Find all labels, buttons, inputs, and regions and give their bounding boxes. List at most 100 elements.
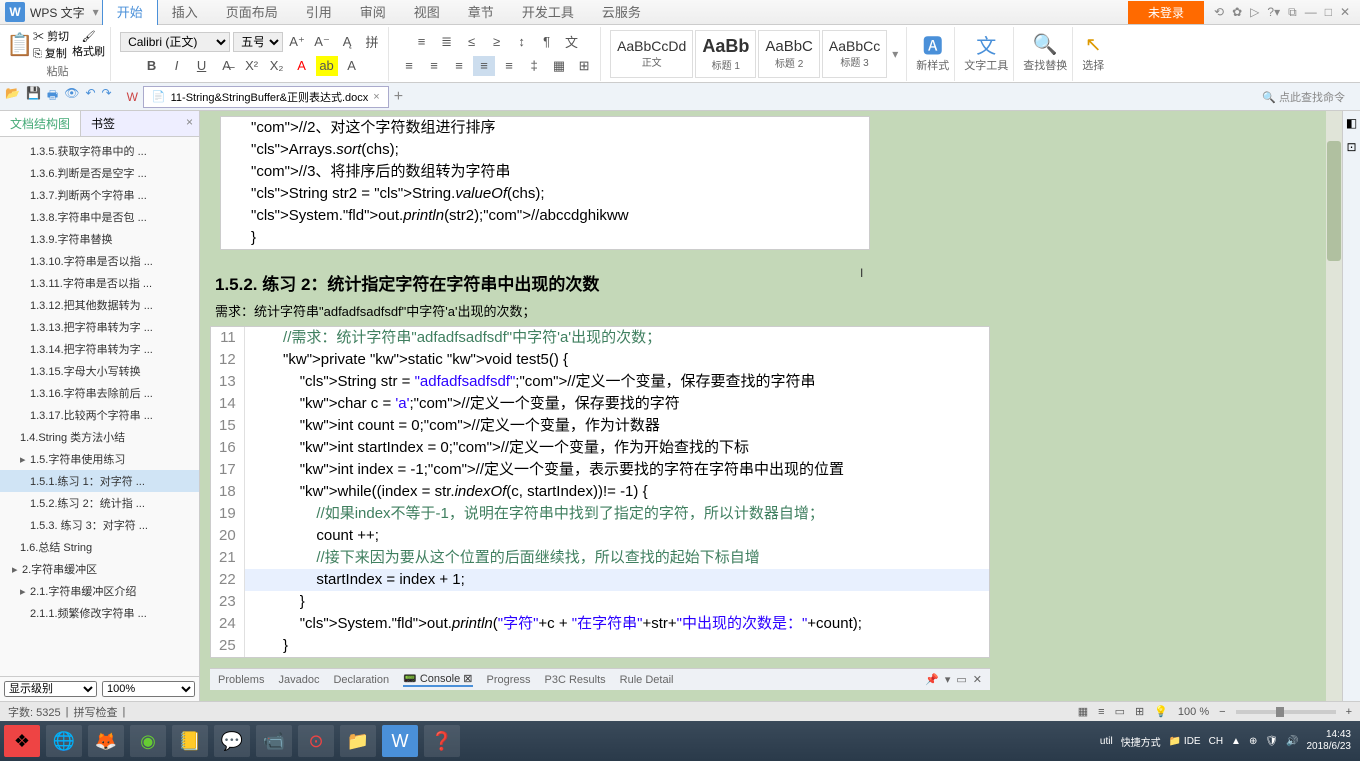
tab-ruledetail[interactable]: Rule Detail (620, 674, 674, 686)
menu-tab-ref[interactable]: 引用 (292, 0, 346, 25)
tab-declaration[interactable]: Declaration (333, 674, 389, 686)
outline-item[interactable]: 1.3.17.比较两个字符串 ... (0, 404, 199, 426)
help-icon[interactable]: ?▾ (1267, 5, 1280, 20)
clock[interactable]: 14:432018/6/23 (1307, 729, 1357, 753)
outline-item[interactable]: 2.1.1.频繁修改字符串 ... (0, 602, 199, 624)
spring-icon[interactable]: ◉ (130, 725, 166, 757)
outline-item[interactable]: 1.3.15.字母大小写转换 (0, 360, 199, 382)
menu-tab-insert[interactable]: 插入 (158, 0, 212, 25)
view-icon-2[interactable]: ≡ (1098, 706, 1104, 718)
chrome-icon[interactable]: 🌐 (46, 725, 82, 757)
outline-item[interactable]: ▸1.5.字符串使用练习 (0, 448, 199, 470)
outline-item[interactable]: 1.3.12.把其他数据转为 ... (0, 294, 199, 316)
firefox-icon[interactable]: 🦊 (88, 725, 124, 757)
tray-icon-4[interactable]: 🔊 (1286, 736, 1298, 747)
shrink-font-icon[interactable]: A⁻ (311, 32, 333, 52)
outline-item[interactable]: 1.5.2.练习 2：统计指 ... (0, 492, 199, 514)
align-center-icon[interactable]: ≡ (423, 56, 445, 76)
close-icon[interactable]: ✕ (1340, 5, 1350, 20)
phonetic-icon[interactable]: 拼 (361, 32, 383, 52)
font-select[interactable]: Calibri (正文) (120, 32, 230, 52)
console-pin-icon[interactable]: 📌 (925, 673, 939, 686)
outline-item[interactable]: 1.6.总结 String (0, 536, 199, 558)
chat-icon[interactable]: 💬 (214, 725, 250, 757)
tray-icon-1[interactable]: ▲ (1231, 736, 1241, 747)
save-icon[interactable]: 💾 (26, 86, 41, 107)
subscript-button[interactable]: X₂ (266, 56, 288, 76)
bold-button[interactable]: B (141, 56, 163, 76)
outline-item[interactable]: 1.3.10.字符串是否以指 ... (0, 250, 199, 272)
style-normal[interactable]: AaBbCcDd正文 (610, 30, 693, 78)
zoom-out-icon[interactable]: − (1219, 706, 1225, 718)
view-icon-4[interactable]: ⊞ (1135, 705, 1144, 718)
minimize-icon[interactable]: — (1305, 5, 1317, 20)
outline-item[interactable]: 1.3.8.字符串中是否包 ... (0, 206, 199, 228)
menu-tab-layout[interactable]: 页面布局 (212, 0, 292, 25)
paste-icon[interactable]: 📋 (10, 35, 30, 55)
menu-tab-start[interactable]: 开始 (102, 0, 158, 25)
view-icon-3[interactable]: ▭ (1115, 705, 1125, 718)
start-button[interactable]: ❖ (4, 725, 40, 757)
print-icon[interactable]: 🖶 (47, 86, 58, 107)
login-button[interactable]: 未登录 (1128, 1, 1204, 24)
outline-item[interactable]: 1.3.9.字符串替换 (0, 228, 199, 250)
music-icon[interactable]: ⊙ (298, 725, 334, 757)
outline-item[interactable]: 1.3.13.把字符串转为字 ... (0, 316, 199, 338)
level-select[interactable]: 显示级别 (4, 681, 97, 697)
tab-progress[interactable]: Progress (487, 674, 531, 686)
zoom-in-icon[interactable]: + (1346, 706, 1352, 718)
sidebar-tab-structure[interactable]: 文档结构图 (0, 111, 81, 136)
preview-icon[interactable]: 👁 (64, 86, 79, 107)
grow-font-icon[interactable]: A⁺ (286, 32, 308, 52)
doctab-close-icon[interactable]: × (373, 91, 379, 103)
text-dir-icon[interactable]: 文 (561, 32, 583, 52)
document-content[interactable]: "com">//2、对这个字符数组进行排序"cls">Arrays.sort(c… (200, 111, 1342, 701)
style-h3[interactable]: AaBbCc标题 3 (822, 30, 887, 78)
menu-tab-view[interactable]: 视图 (400, 0, 454, 25)
para-mark-icon[interactable]: ¶ (536, 32, 558, 52)
prop-icon[interactable]: ⊡ (1346, 140, 1356, 154)
wps-task-icon[interactable]: W (382, 725, 418, 757)
strike-button[interactable]: A̶ (216, 56, 238, 76)
redo-icon[interactable]: ↷ (102, 86, 112, 107)
console-close-icon[interactable]: ✕ (973, 673, 982, 686)
word-count[interactable]: 字数: 5325 (8, 704, 61, 720)
menu-tab-review[interactable]: 审阅 (346, 0, 400, 25)
open-icon[interactable]: 📂 (5, 86, 20, 107)
search-command[interactable]: 🔍 点此查找命令 (1262, 89, 1355, 105)
menu-tab-cloud[interactable]: 云服务 (588, 0, 655, 25)
newstyle-group[interactable]: 🅰新样式 (911, 27, 955, 81)
camera-icon[interactable]: 📹 (256, 725, 292, 757)
tab-p3c[interactable]: P3C Results (545, 674, 606, 686)
eyecare-icon[interactable]: 💡 (1154, 705, 1168, 718)
tab-javadoc[interactable]: Javadoc (278, 674, 319, 686)
ide-label[interactable]: 📁 IDE (1169, 736, 1201, 747)
outline-item[interactable]: 1.5.3. 练习 3：对字符 ... (0, 514, 199, 536)
shading-icon[interactable]: ▦ (548, 56, 570, 76)
align-justify-icon[interactable]: ≡ (473, 56, 495, 76)
document-tab[interactable]: 📄 11-String&StringBuffer&正则表达式.docx × (143, 86, 389, 108)
outline-item[interactable]: 1.3.14.把字符串转为字 ... (0, 338, 199, 360)
explorer-icon[interactable]: 📁 (340, 725, 376, 757)
outline-item[interactable]: 1.3.11.字符串是否以指 ... (0, 272, 199, 294)
new-tab-icon[interactable]: + (394, 88, 403, 106)
styles-more-icon[interactable]: ▾ (889, 47, 901, 61)
view-icon-1[interactable]: ▦ (1078, 705, 1088, 718)
tab-problems[interactable]: Problems (218, 674, 264, 686)
tab-console[interactable]: 📟 Console ⊠ (403, 672, 472, 687)
borders-icon[interactable]: ⊞ (573, 56, 595, 76)
outline-item[interactable]: 1.3.16.字符串去除前后 ... (0, 382, 199, 404)
menu-tab-chapter[interactable]: 章节 (454, 0, 508, 25)
bullets-icon[interactable]: ≡ (411, 32, 433, 52)
dropdown-icon[interactable]: ▾ (93, 5, 99, 19)
refresh-icon[interactable]: ⟲ (1214, 5, 1224, 20)
console-min-icon[interactable]: ▭ (956, 673, 966, 686)
outline-item[interactable]: 1.3.7.判断两个字符串 ... (0, 184, 199, 206)
sync-icon[interactable]: ▷ (1250, 5, 1259, 20)
tray-icon-3[interactable]: 🛡 (1265, 736, 1278, 747)
undo-icon[interactable]: ↶ (85, 86, 95, 107)
outline-item[interactable]: ▸2.1.字符串缓冲区介绍 (0, 580, 199, 602)
shortcut-label[interactable]: 快捷方式 (1121, 734, 1161, 749)
underline-button[interactable]: U (191, 56, 213, 76)
sidebar-tab-bookmarks[interactable]: 书签 (81, 111, 125, 136)
